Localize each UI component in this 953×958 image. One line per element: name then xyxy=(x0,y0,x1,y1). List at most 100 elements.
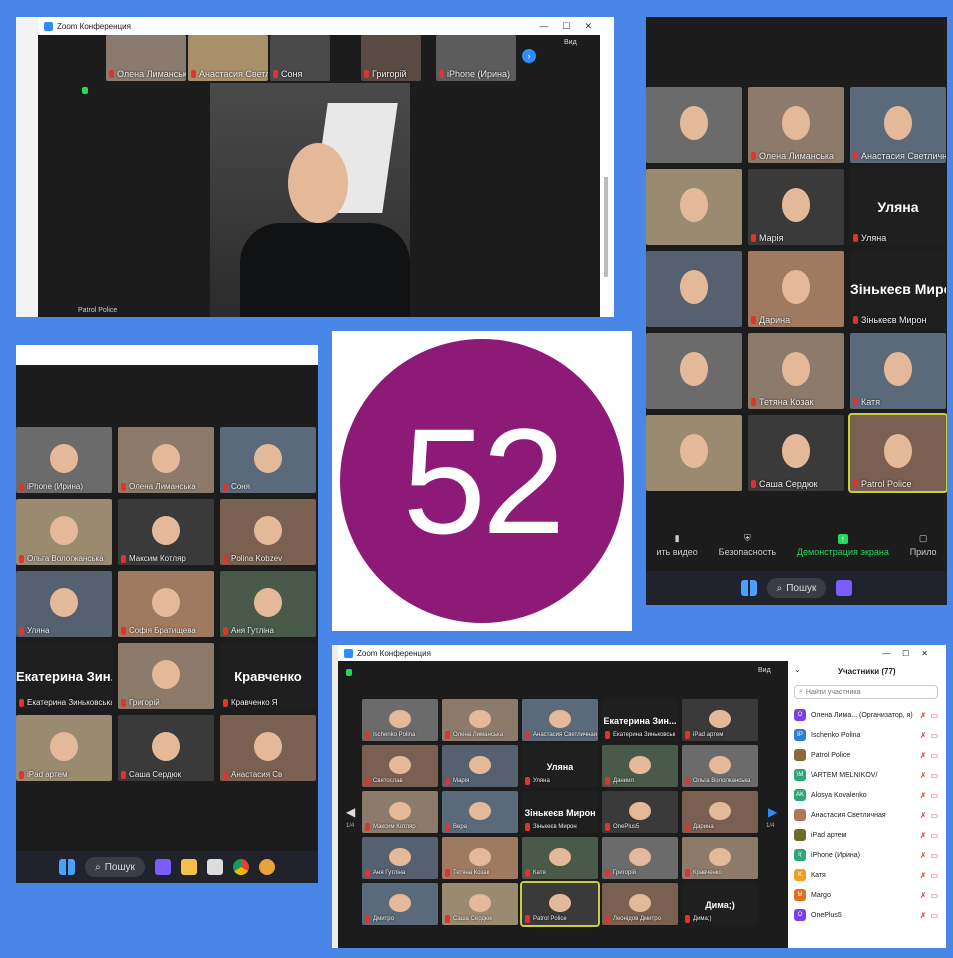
browser-icon[interactable] xyxy=(258,859,275,875)
participant-tile[interactable]: Кравченко Кравченко Я xyxy=(220,643,316,709)
participant-tile[interactable] xyxy=(646,333,742,409)
participant-row[interactable]: IP Ischenko Polina ✗ ▭ xyxy=(788,725,946,745)
participant-tile[interactable]: Зінькеєв Мирон Зінькеєв Мирон xyxy=(850,251,946,327)
folder-icon[interactable] xyxy=(180,859,197,875)
participant-tile[interactable]: Марія xyxy=(748,169,844,245)
meet-app-icon[interactable] xyxy=(836,580,853,596)
participant-tile[interactable]: Ольга Вологжанська xyxy=(16,499,112,565)
participant-tile[interactable]: Саша Сердюк xyxy=(748,415,844,491)
next-page-icon[interactable]: › xyxy=(522,49,536,63)
participant-tile[interactable]: Аня Гутліна xyxy=(362,837,438,879)
participant-tile[interactable]: Леонідов Дмитро xyxy=(602,883,678,925)
participant-search-input[interactable] xyxy=(805,688,926,696)
participant-row[interactable]: I(iPhone (Ирина) ✗ ▭ xyxy=(788,845,946,865)
strip-tile[interactable]: iPhone (Ирина) xyxy=(436,35,516,81)
strip-tile[interactable]: Соня xyxy=(270,35,330,81)
participant-tile[interactable]: Зінькеєв Мирон Зінькеєв Мирон xyxy=(522,791,598,833)
strip-tile[interactable]: Григорій xyxy=(361,35,421,81)
participant-tile[interactable]: Аня Гутліна xyxy=(220,571,316,637)
participant-tile[interactable]: Саша Сердюк xyxy=(118,715,214,781)
participant-tile[interactable]: Анастасия Светличная xyxy=(850,87,946,163)
participant-tile[interactable]: Дарина xyxy=(748,251,844,327)
strip-tile[interactable]: Анастасия Светличн... xyxy=(188,35,268,81)
participant-tile[interactable]: Кравченко xyxy=(682,837,758,879)
participant-row[interactable]: AK Alosya Kovalenko ✗ ▭ xyxy=(788,785,946,805)
participant-tile[interactable]: Patrol Police xyxy=(848,413,947,493)
participant-row[interactable]: K Катя ✗ ▭ xyxy=(788,865,946,885)
participant-tile[interactable]: Соня xyxy=(220,427,316,493)
close-button[interactable]: ✕ xyxy=(584,21,592,32)
participant-tile[interactable]: Екатерина Зин... Екатерина Зиньковська xyxy=(16,643,112,709)
participant-tile[interactable]: Ischenko Polina xyxy=(362,699,438,741)
participant-tile[interactable]: Святослав xyxy=(362,745,438,787)
participant-tile[interactable]: Катя xyxy=(850,333,946,409)
participant-tile[interactable]: Анастасия Светличная xyxy=(522,699,598,741)
participant-tile[interactable] xyxy=(646,169,742,245)
participant-tile[interactable]: Максим Котляр xyxy=(118,499,214,565)
participant-tile[interactable]: Катя xyxy=(522,837,598,879)
taskbar-search[interactable]: ⌕ Пошук xyxy=(766,578,827,598)
collapse-icon[interactable]: ⌄ xyxy=(794,665,801,674)
participant-tile[interactable] xyxy=(646,87,742,163)
view-button[interactable]: Вид xyxy=(564,39,577,46)
security-button[interactable]: ⛨ Безопасность xyxy=(719,533,776,557)
participant-row[interactable]: O Олена Лима... (Организатор, я) ✗ ▭ xyxy=(788,705,946,725)
scrollbar[interactable] xyxy=(604,177,608,277)
chrome-icon[interactable] xyxy=(232,859,249,875)
maximize-button[interactable]: ☐ xyxy=(562,21,570,32)
participant-row[interactable]: Patrol Police ✗ ▭ xyxy=(788,745,946,765)
mic-muted-icon xyxy=(223,626,228,635)
participant-tile[interactable]: Даниил xyxy=(602,745,678,787)
participant-tile[interactable]: Дима;) Дима;) xyxy=(682,883,758,925)
panel-window-controls[interactable]: —☐✕ xyxy=(882,649,940,658)
minimize-button[interactable]: — xyxy=(539,21,548,32)
apps-button[interactable]: ▢ Прило xyxy=(910,533,937,557)
participant-tile[interactable]: Григорій xyxy=(118,643,214,709)
participant-tile[interactable]: Максим Котляр xyxy=(362,791,438,833)
video-button[interactable]: ▮ ить видео xyxy=(656,533,697,557)
participant-search[interactable]: ⌕ xyxy=(794,685,938,699)
participant-tile[interactable]: Григорій xyxy=(602,837,678,879)
participant-row[interactable]: \M \ARTEM MELNIKOV/ ✗ ▭ xyxy=(788,765,946,785)
participant-tile[interactable]: Олена Лиманська xyxy=(442,699,518,741)
participant-row[interactable]: Анастасия Светличная ✗ ▭ xyxy=(788,805,946,825)
meet-app-icon[interactable] xyxy=(154,859,171,875)
mic-muted-icon xyxy=(223,698,228,707)
windows-start-icon[interactable] xyxy=(59,859,76,875)
participant-tile[interactable]: Вера xyxy=(442,791,518,833)
participant-tile[interactable]: Дарина xyxy=(682,791,758,833)
participant-tile[interactable]: Олена Лиманська xyxy=(748,87,844,163)
participant-tile[interactable]: Саша Сердюк xyxy=(442,883,518,925)
participant-tile[interactable]: Анастасия Св xyxy=(220,715,316,781)
participant-row[interactable]: iPad артем ✗ ▭ xyxy=(788,825,946,845)
next-page-button[interactable]: ▶ xyxy=(768,805,777,819)
participant-tile[interactable]: iPad артем xyxy=(16,715,112,781)
participant-tile[interactable]: Уляна Уляна xyxy=(850,169,946,245)
participant-tile[interactable]: Уляна Уляна xyxy=(522,745,598,787)
store-icon[interactable] xyxy=(206,859,223,875)
taskbar-search[interactable]: ⌕ Пошук xyxy=(85,857,145,877)
windows-start-icon[interactable] xyxy=(740,580,757,596)
participant-tile[interactable]: Тетяна Козак xyxy=(442,837,518,879)
participant-tile[interactable]: Софія Братищева xyxy=(118,571,214,637)
participant-tile[interactable]: Марія xyxy=(442,745,518,787)
participant-tile[interactable]: Олена Лиманська xyxy=(118,427,214,493)
participant-tile[interactable]: Polina Kobzev xyxy=(220,499,316,565)
participant-tile[interactable]: Уляна xyxy=(16,571,112,637)
share-screen-button[interactable]: ↑ Демонстрация экрана xyxy=(797,534,889,557)
prev-page-button[interactable]: ◀ xyxy=(346,805,355,819)
strip-tile[interactable]: Олена Лиманська xyxy=(106,35,186,81)
participant-tile[interactable]: Екатерина Зин... Екатерина Зиньковськ xyxy=(602,699,678,741)
participant-tile[interactable]: iPhone (Ирина) xyxy=(16,427,112,493)
view-button[interactable]: Вид xyxy=(758,667,771,674)
participant-tile[interactable]: Patrol Police xyxy=(520,881,600,927)
participant-row[interactable]: O OnePlus5 ✗ ▭ xyxy=(788,905,946,925)
participant-tile[interactable]: Дмитро xyxy=(362,883,438,925)
participant-tile[interactable]: iPad артем xyxy=(682,699,758,741)
participant-tile[interactable]: OnePlus5 xyxy=(602,791,678,833)
participant-tile[interactable] xyxy=(646,415,742,491)
participant-tile[interactable]: Тетяна Козак xyxy=(748,333,844,409)
participant-row[interactable]: M Margo ✗ ▭ xyxy=(788,885,946,905)
participant-tile[interactable] xyxy=(646,251,742,327)
participant-tile[interactable]: Ольга Вологжанська xyxy=(682,745,758,787)
